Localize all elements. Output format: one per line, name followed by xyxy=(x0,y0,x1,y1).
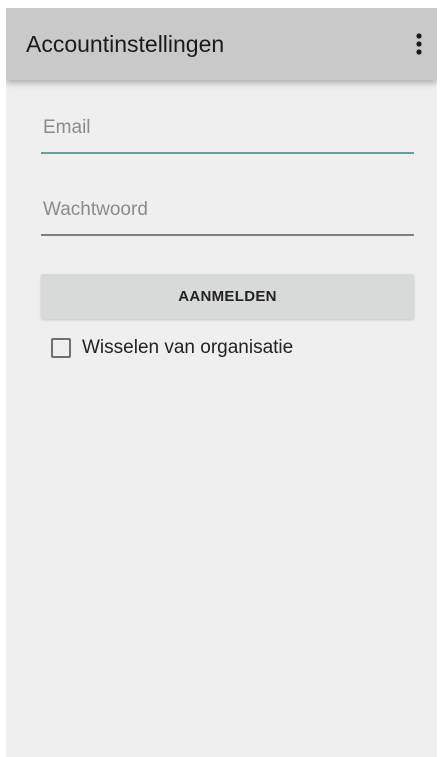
overflow-menu-button[interactable] xyxy=(405,24,433,64)
switch-organization-checkbox[interactable] xyxy=(51,338,71,358)
more-vertical-icon xyxy=(416,33,422,55)
app-screen: Accountinstellingen AANMELDEN Wisselen v… xyxy=(6,8,437,757)
email-field[interactable] xyxy=(41,110,414,154)
password-field[interactable] xyxy=(41,192,414,236)
app-bar: Accountinstellingen xyxy=(6,8,437,80)
switch-organization-label: Wisselen van organisatie xyxy=(82,337,294,358)
page-title: Accountinstellingen xyxy=(26,31,225,57)
login-button[interactable]: AANMELDEN xyxy=(41,274,414,319)
switch-organization-option[interactable]: Wisselen van organisatie xyxy=(51,335,293,361)
